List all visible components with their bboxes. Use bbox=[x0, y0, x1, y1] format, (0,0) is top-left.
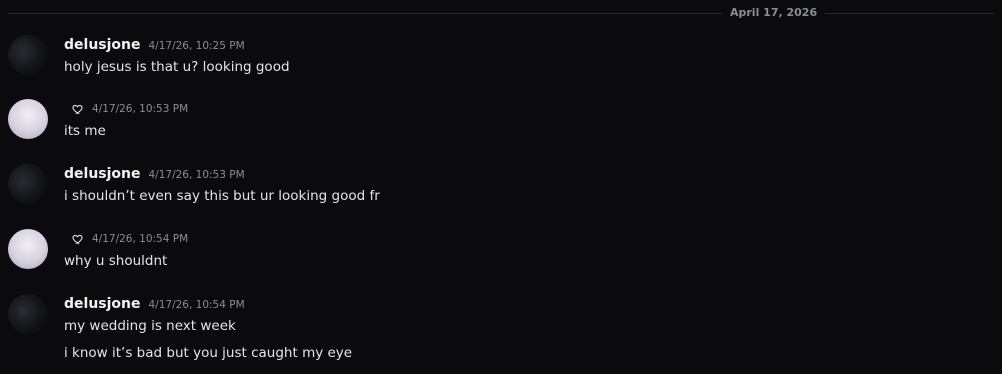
avatar[interactable] bbox=[8, 229, 48, 269]
timestamp[interactable]: 4/17/26, 10:54 PM bbox=[149, 294, 245, 316]
message-header: 4/17/26, 10:53 PM bbox=[64, 98, 188, 120]
date-divider: April 17, 2026 bbox=[722, 5, 826, 21]
heart-icon bbox=[72, 104, 83, 114]
timestamp[interactable]: 4/17/26, 10:53 PM bbox=[92, 98, 188, 120]
message-header: delusjone 4/17/26, 10:53 PM bbox=[64, 163, 245, 185]
timestamp[interactable]: 4/17/26, 10:25 PM bbox=[149, 35, 245, 57]
message-text: i know it’s bad but you just caught my e… bbox=[64, 345, 353, 361]
message-text: why u shouldnt bbox=[64, 253, 168, 269]
author-name[interactable]: delusjone bbox=[64, 163, 141, 185]
chat-pane: April 17, 2026 delusjone 4/17/26, 10:25 … bbox=[0, 0, 1002, 374]
heart-icon bbox=[72, 234, 83, 244]
avatar[interactable] bbox=[8, 35, 48, 75]
avatar[interactable] bbox=[8, 164, 48, 204]
message-text: i shouldn’t even say this but ur looking… bbox=[64, 188, 380, 204]
author-name[interactable]: delusjone bbox=[64, 34, 141, 56]
timestamp[interactable]: 4/17/26, 10:53 PM bbox=[149, 164, 245, 186]
message-header: delusjone 4/17/26, 10:54 PM bbox=[64, 293, 245, 315]
date-divider-line bbox=[8, 13, 994, 14]
message-header: 4/17/26, 10:54 PM bbox=[64, 228, 188, 250]
avatar[interactable] bbox=[8, 99, 48, 139]
message-header: delusjone 4/17/26, 10:25 PM bbox=[64, 34, 245, 56]
author-name[interactable]: delusjone bbox=[64, 293, 141, 315]
timestamp[interactable]: 4/17/26, 10:54 PM bbox=[92, 228, 188, 250]
avatar[interactable] bbox=[8, 294, 48, 334]
message-text: holy jesus is that u? looking good bbox=[64, 59, 290, 75]
message-text: my wedding is next week bbox=[64, 318, 236, 334]
message-text: its me bbox=[64, 123, 106, 139]
